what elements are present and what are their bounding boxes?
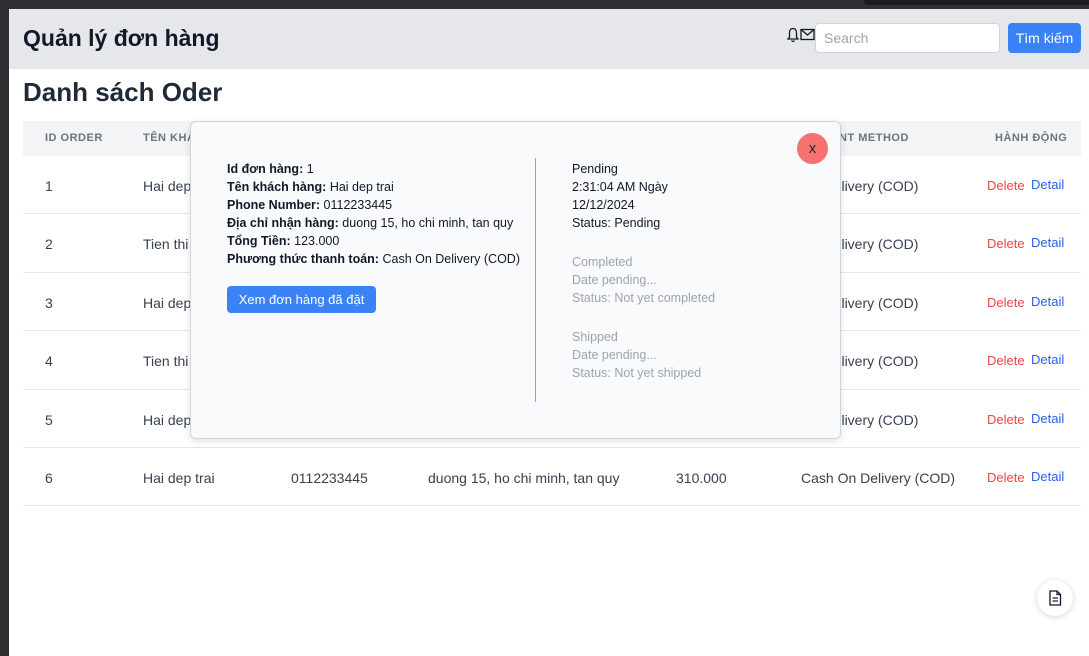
header-id-order: ID ORDER [45, 132, 103, 144]
order-detail-modal: x Id đơn hàng: 1 Tên khách hàng: Hai dep… [190, 121, 841, 439]
detail-button[interactable]: Detail [1031, 469, 1064, 484]
order-info: Id đơn hàng: 1 Tên khách hàng: Hai dep t… [227, 160, 520, 268]
address-value: duong 15, ho chi minh, tan quy [342, 216, 514, 230]
delete-button[interactable]: Delete [987, 236, 1025, 251]
total-label: Tổng Tiền: [227, 234, 291, 248]
cell-customer-name: Hai dep trai [143, 469, 215, 486]
status-completed-status: Status: Not yet completed [572, 291, 716, 305]
customer-label: Tên khách hàng: [227, 180, 327, 194]
cell-address: duong 15, ho chi minh, tan quy [428, 469, 620, 486]
status-shipped-status: Status: Not yet shipped [572, 366, 702, 380]
status-completed-date: Date pending... [572, 273, 657, 287]
cell-id: 6 [45, 469, 53, 486]
cell-customer-name: Hai dep [143, 411, 192, 428]
customer-value: Hai dep trai [329, 180, 394, 194]
status-pending-title: Pending [572, 162, 618, 176]
address-line: Địa chỉ nhận hàng: duong 15, ho chi minh… [227, 214, 520, 232]
cell-customer-name: Tien thi [143, 236, 189, 253]
cell-id: 2 [45, 236, 53, 253]
browser-top-strip [0, 0, 1089, 9]
status-pending-date: 12/12/2024 [572, 198, 635, 212]
cell-payment-method: Cash On Delivery (COD) [801, 469, 956, 486]
modal-divider [535, 158, 536, 402]
document-icon [1049, 590, 1062, 606]
header-customer-name: TÊN KHÁ [143, 132, 196, 144]
payment-value: Cash On Delivery (COD) [382, 252, 520, 266]
cell-id: 5 [45, 411, 53, 428]
browser-left-strip [0, 9, 9, 656]
cell-customer-name: Tien thi [143, 353, 189, 370]
header-payment-method: NT METHOD [839, 132, 909, 144]
status-pending-time: 2:31:04 AM Ngày [572, 180, 668, 194]
header-actions: HÀNH ĐỘNG [995, 132, 1068, 144]
cell-id: 4 [45, 353, 53, 370]
order-id-value: 1 [306, 162, 314, 176]
order-status-timeline: Pending 2:31:04 AM Ngày 12/12/2024 Statu… [572, 160, 715, 382]
cell-customer-name: Hai dep [143, 178, 192, 194]
table-row: 6 Hai dep trai 0112233445 duong 15, ho chi … [23, 448, 1081, 507]
delete-button[interactable]: Delete [987, 470, 1025, 485]
order-id-line: Id đơn hàng: 1 [227, 160, 520, 178]
detail-button[interactable]: Detail [1031, 352, 1064, 367]
cell-customer-name: Hai dep [143, 294, 192, 311]
search-button[interactable]: Tìm kiếm [1008, 23, 1081, 53]
view-order-button[interactable]: Xem đơn hàng đã đặt [227, 286, 376, 313]
payment-line: Phương thức thanh toán: Cash On Delivery… [227, 250, 520, 268]
delete-button[interactable]: Delete [987, 412, 1025, 427]
status-shipped-date: Date pending... [572, 348, 657, 362]
close-button[interactable]: x [797, 133, 828, 164]
page-title: Danh sách Oder [23, 77, 223, 107]
delete-button[interactable]: Delete [987, 295, 1025, 310]
phone-label: Phone Number: [227, 198, 321, 212]
cell-id: 1 [45, 178, 53, 194]
order-id-label: Id đơn hàng: [227, 162, 304, 176]
payment-label: Phương thức thanh toán: [227, 252, 379, 266]
document-fab-button[interactable] [1037, 580, 1073, 616]
delete-button[interactable]: Delete [987, 353, 1025, 368]
bell-icon[interactable] [787, 27, 799, 43]
cell-total: 310.000 [676, 469, 727, 486]
mail-icon[interactable] [800, 28, 815, 41]
app-title: Quản lý đơn hàng [23, 25, 220, 51]
phone-line: Phone Number: 0112233445 [227, 196, 520, 214]
total-value: 123.000 [294, 234, 340, 248]
status-shipped-title: Shipped [572, 330, 618, 344]
phone-value: 0112233445 [323, 198, 393, 212]
detail-button[interactable]: Detail [1031, 235, 1064, 250]
status-pending-status: Status: Pending [572, 216, 661, 230]
cell-id: 3 [45, 294, 53, 311]
detail-button[interactable]: Detail [1031, 411, 1064, 426]
address-label: Địa chỉ nhận hàng: [227, 216, 339, 230]
delete-button[interactable]: Delete [987, 178, 1025, 193]
status-completed-title: Completed [572, 255, 633, 269]
app-header: Quản lý đơn hàng Tìm kiếm [9, 9, 1089, 69]
detail-button[interactable]: Detail [1031, 177, 1064, 192]
browser-tab-edge [864, 0, 1089, 5]
total-line: Tổng Tiền: 123.000 [227, 232, 520, 250]
cell-phone: 0112233445 [291, 469, 368, 486]
detail-button[interactable]: Detail [1031, 294, 1064, 309]
customer-line: Tên khách hàng: Hai dep trai [227, 178, 520, 196]
search-input[interactable] [815, 23, 1000, 53]
